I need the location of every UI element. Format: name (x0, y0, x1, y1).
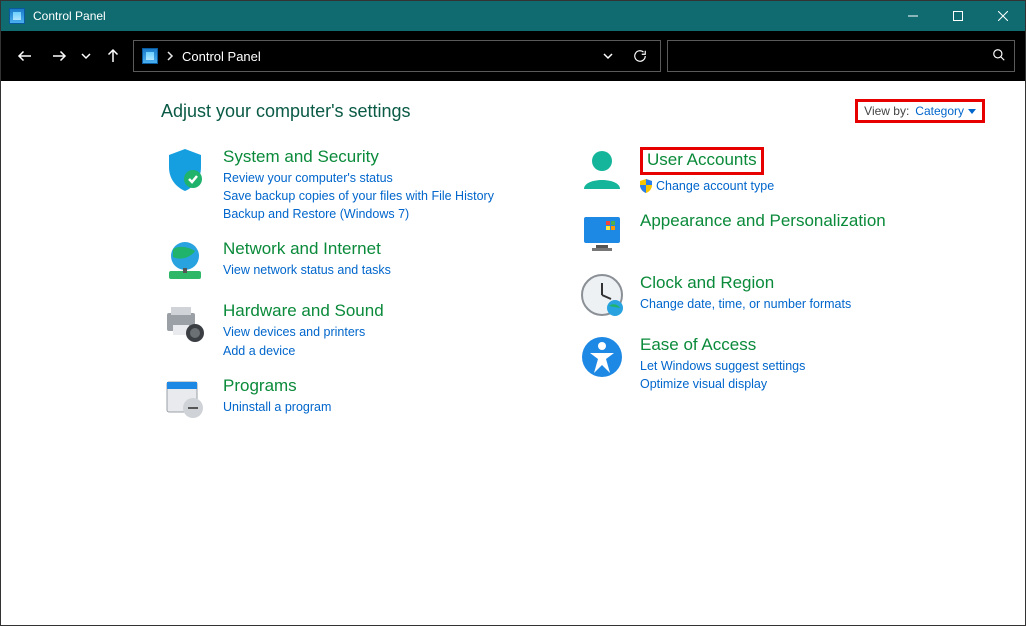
category-link[interactable]: View network status and tasks (223, 261, 391, 279)
category-appearance-and-personalization: Appearance and Personalization (578, 209, 985, 257)
category-title[interactable]: User Accounts (640, 147, 764, 175)
globe-icon (161, 237, 209, 285)
category-link[interactable]: Uninstall a program (223, 398, 331, 416)
address-bar[interactable]: Control Panel (133, 40, 661, 72)
category-title[interactable]: Network and Internet (223, 239, 391, 259)
window-title: Control Panel (33, 9, 106, 23)
chevron-down-icon (968, 109, 976, 114)
search-icon (992, 48, 1006, 65)
category-title[interactable]: Hardware and Sound (223, 301, 384, 321)
forward-button[interactable] (45, 42, 73, 70)
recent-locations-button[interactable] (79, 42, 93, 70)
category-link[interactable]: Add a device (223, 342, 384, 360)
category-title[interactable]: Clock and Region (640, 273, 851, 293)
back-button[interactable] (11, 42, 39, 70)
chevron-right-icon (166, 49, 174, 64)
search-input[interactable] (667, 40, 1015, 72)
category-title[interactable]: Programs (223, 376, 331, 396)
category-hardware-and-sound: Hardware and Sound View devices and prin… (161, 299, 568, 359)
titlebar: Control Panel (1, 1, 1025, 31)
address-icon (142, 48, 158, 64)
shield-icon (161, 145, 209, 193)
clock-icon (578, 271, 626, 319)
category-title[interactable]: Appearance and Personalization (640, 211, 886, 231)
content-area: Adjust your computer's settings View by:… (1, 81, 1025, 625)
category-link[interactable]: Change account type (656, 177, 774, 195)
breadcrumb[interactable]: Control Panel (182, 49, 261, 64)
monitor-icon (578, 209, 626, 257)
page-title: Adjust your computer's settings (161, 101, 855, 122)
uac-shield-icon (640, 179, 652, 193)
minimize-button[interactable] (890, 1, 935, 31)
category-system-and-security: System and Security Review your computer… (161, 145, 568, 223)
refresh-button[interactable] (628, 44, 652, 68)
programs-icon (161, 374, 209, 422)
user-icon (578, 145, 626, 193)
accessibility-icon (578, 333, 626, 381)
category-network-and-internet: Network and Internet View network status… (161, 237, 568, 285)
category-link[interactable]: Change date, time, or number formats (640, 295, 851, 313)
category-title[interactable]: System and Security (223, 147, 494, 167)
category-column-right: User Accounts Change account type (578, 145, 985, 436)
view-by-label: View by: (864, 104, 909, 118)
category-link[interactable]: Save backup copies of your files with Fi… (223, 187, 494, 205)
close-button[interactable] (980, 1, 1025, 31)
category-programs: Programs Uninstall a program (161, 374, 568, 422)
control-panel-window: Control Panel Control Pa (0, 0, 1026, 626)
maximize-button[interactable] (935, 1, 980, 31)
address-dropdown-button[interactable] (596, 44, 620, 68)
printer-icon (161, 299, 209, 347)
category-link[interactable]: Backup and Restore (Windows 7) (223, 205, 494, 223)
category-column-left: System and Security Review your computer… (161, 145, 568, 436)
view-by-selector[interactable]: View by: Category (855, 99, 985, 123)
category-title[interactable]: Ease of Access (640, 335, 805, 355)
category-user-accounts: User Accounts Change account type (578, 145, 985, 195)
view-by-value: Category (915, 104, 964, 118)
control-panel-icon (9, 8, 25, 24)
category-link[interactable]: Let Windows suggest settings (640, 357, 805, 375)
category-link[interactable]: Review your computer's status (223, 169, 494, 187)
category-link[interactable]: View devices and printers (223, 323, 384, 341)
up-button[interactable] (99, 42, 127, 70)
category-ease-of-access: Ease of Access Let Windows suggest setti… (578, 333, 985, 393)
category-link[interactable]: Optimize visual display (640, 375, 805, 393)
category-clock-and-region: Clock and Region Change date, time, or n… (578, 271, 985, 319)
navigation-bar: Control Panel (1, 31, 1025, 81)
